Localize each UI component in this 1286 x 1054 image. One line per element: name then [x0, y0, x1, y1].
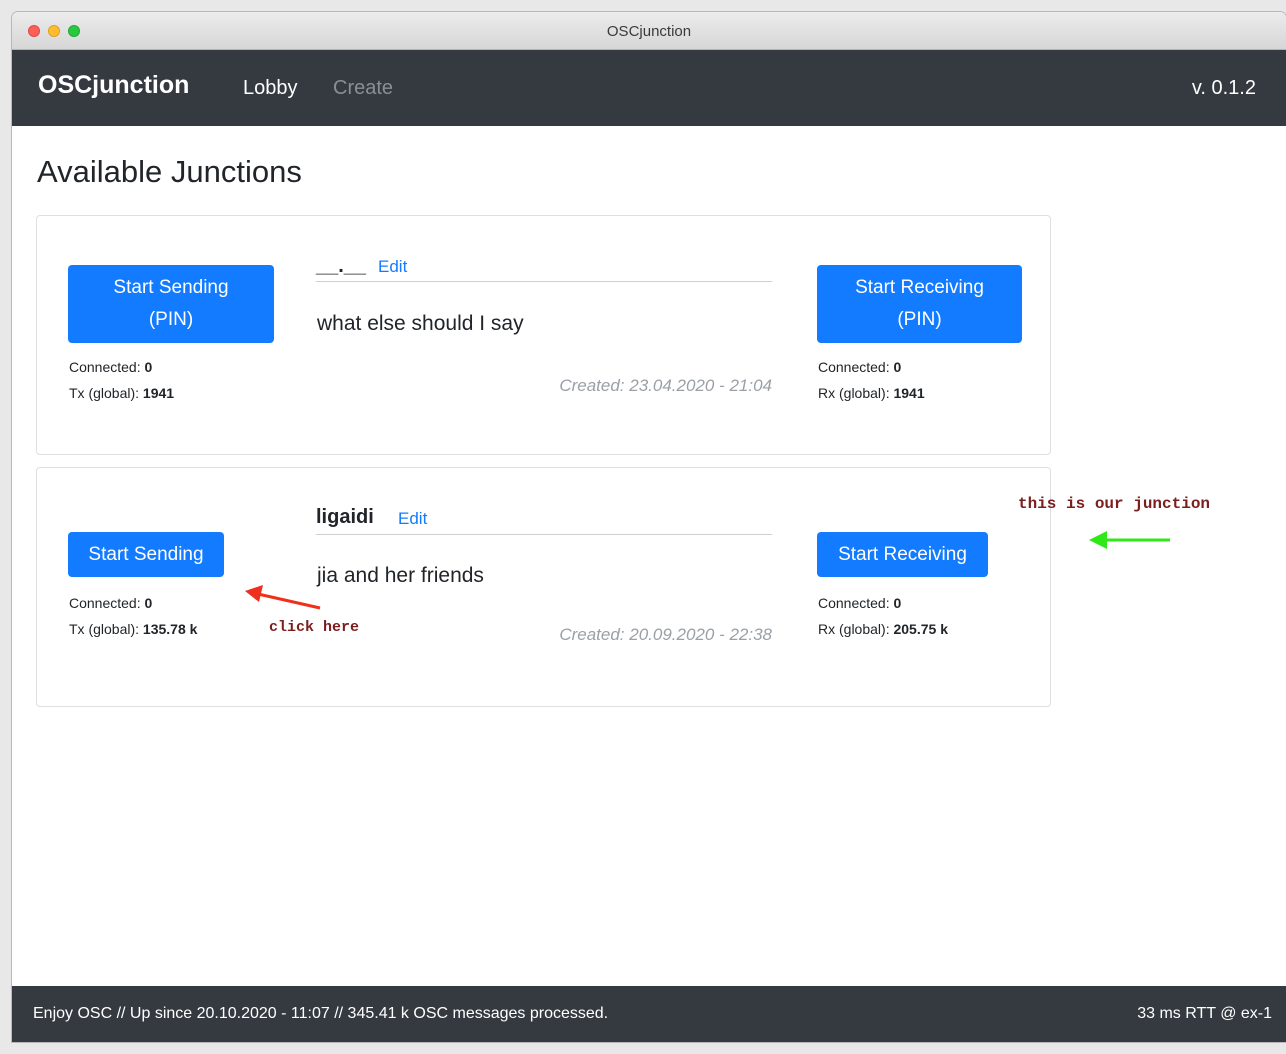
footer-bar: Enjoy OSC // Up since 20.10.2020 - 11:07… — [12, 986, 1286, 1042]
created-timestamp: Created: 23.04.2020 - 21:04 — [559, 376, 772, 395]
start-receiving-button[interactable]: Start Receiving — [817, 532, 988, 577]
pin-label: (PIN) — [897, 309, 942, 330]
junction-description: what else should I say — [317, 312, 524, 335]
our-junction-annotation: this is our junction — [1018, 495, 1211, 513]
edit-link[interactable]: Edit — [398, 509, 427, 529]
pin-label: (PIN) — [148, 309, 194, 330]
send-stats: Connected: 0 Tx (global): 135.78 k — [69, 590, 197, 642]
created-timestamp: Created: 20.09.2020 - 22:38 — [559, 625, 772, 644]
click-here-annotation: click here — [269, 619, 360, 636]
latency-indicator: 33 ms RTT @ ex-1 — [1137, 1005, 1272, 1022]
nav-lobby-link[interactable]: Lobby — [243, 77, 298, 100]
top-navbar: OSCjunction Lobby Create v. 0.1.2 — [12, 50, 1286, 126]
server-status: Enjoy OSC // Up since 20.10.2020 - 11:07… — [33, 1005, 609, 1022]
version-label: v. 0.1.2 — [1191, 77, 1256, 99]
connected-label: Connected: — [818, 595, 890, 611]
connected-value: 0 — [893, 359, 902, 375]
tx-label: Tx (global): — [69, 621, 140, 637]
divider — [316, 281, 772, 282]
rx-value: 205.75 k — [893, 621, 948, 637]
rx-label: Rx (global): — [818, 621, 890, 637]
junction-description: jia and her friends — [317, 564, 484, 587]
start-sending-label: Start Sending — [113, 277, 229, 298]
rx-label: Rx (global): — [818, 385, 890, 401]
connected-label: Connected: — [818, 359, 890, 375]
start-sending-button[interactable]: Start Sending — [68, 532, 224, 577]
tx-value: 1941 — [142, 385, 175, 401]
app-window: OSCjunction OSCjunction Lobby Create v. … — [12, 12, 1286, 1042]
connected-value: 0 — [144, 359, 153, 375]
edit-link[interactable]: Edit — [378, 257, 407, 277]
receive-stats: Connected: 0 Rx (global): 1941 — [818, 354, 925, 406]
brand-link[interactable]: OSCjunction — [38, 71, 189, 100]
rx-value: 1941 — [893, 385, 925, 401]
tx-value: 135.78 k — [142, 621, 198, 637]
connected-label: Connected: — [69, 595, 141, 611]
junction-name: ligaidi — [316, 506, 374, 528]
connected-label: Connected: — [69, 359, 141, 375]
send-stats: Connected: 0 Tx (global): 1941 — [69, 354, 174, 406]
window-titlebar: OSCjunction — [12, 12, 1286, 50]
green-arrow-icon — [1089, 531, 1170, 549]
start-receiving-label: Start Receiving — [855, 277, 984, 298]
window-title: OSCjunction — [606, 23, 692, 40]
connected-value: 0 — [893, 595, 902, 611]
divider — [316, 534, 772, 535]
tx-label: Tx (global): — [69, 385, 140, 401]
junction-card: Start Sending (PIN) Connected: 0 Tx (glo… — [36, 215, 1051, 455]
start-sending-button[interactable]: Start Sending (PIN) — [68, 265, 274, 343]
page-title: Available Junctions — [37, 154, 302, 189]
nav-create-link[interactable]: Create — [333, 77, 393, 100]
start-receiving-button[interactable]: Start Receiving (PIN) — [817, 265, 1022, 343]
junction-name: __.__ — [316, 255, 367, 277]
connected-value: 0 — [144, 595, 153, 611]
receive-stats: Connected: 0 Rx (global): 205.75 k — [818, 590, 948, 642]
junction-card: Start Sending Connected: 0 Tx (global): … — [36, 467, 1051, 707]
